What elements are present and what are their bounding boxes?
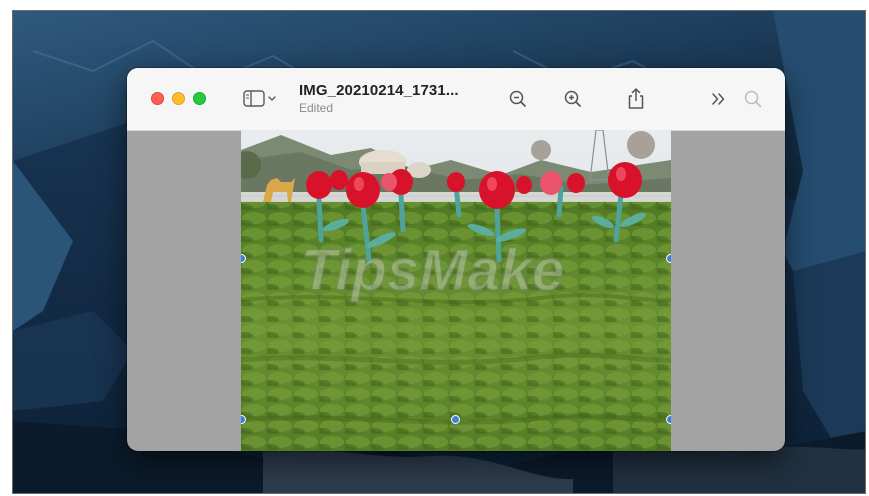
edited-status: Edited bbox=[299, 101, 334, 115]
zoom-button[interactable] bbox=[193, 92, 206, 105]
selection-handle-bottom[interactable] bbox=[451, 415, 460, 424]
title-bar[interactable]: IMG_20210214_1731... Edited bbox=[127, 68, 785, 131]
more-chevrons-icon bbox=[712, 93, 725, 105]
share-icon bbox=[628, 88, 644, 109]
zoom-out-icon bbox=[509, 90, 526, 107]
zoom-in-icon bbox=[564, 90, 581, 107]
more-tools-button[interactable] bbox=[707, 86, 731, 112]
window-title[interactable]: IMG_20210214_1731... bbox=[299, 82, 459, 99]
selection-handle-right[interactable] bbox=[666, 254, 671, 263]
search-icon bbox=[744, 90, 762, 108]
preview-window: IMG_20210214_1731... Edited TipsMake bbox=[127, 68, 785, 451]
selection-handle-bottom-right[interactable] bbox=[666, 415, 671, 424]
chevron-down-icon bbox=[268, 96, 276, 101]
sidebar-toggle-icon bbox=[243, 90, 265, 107]
zoom-out-button[interactable] bbox=[506, 86, 530, 112]
close-button[interactable] bbox=[151, 92, 164, 105]
share-button[interactable] bbox=[624, 86, 648, 112]
minimize-button[interactable] bbox=[172, 92, 185, 105]
search-button[interactable] bbox=[741, 86, 765, 112]
sidebar-toggle-button[interactable] bbox=[241, 88, 283, 110]
photo: TipsMake bbox=[241, 130, 671, 451]
screen: IMG_20210214_1731... Edited TipsMake bbox=[12, 10, 866, 494]
zoom-in-button[interactable] bbox=[561, 86, 585, 112]
image-canvas[interactable]: TipsMake bbox=[241, 130, 671, 451]
watermark: TipsMake bbox=[301, 238, 564, 303]
